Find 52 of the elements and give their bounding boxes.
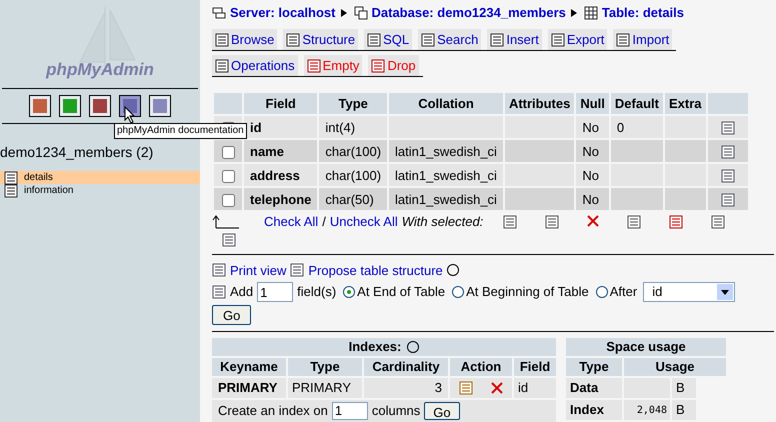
with-selected-label: With selected: (402, 213, 484, 232)
table-cell: address (250, 168, 300, 183)
fields-label: field(s) (297, 283, 336, 302)
column-header: Type (338, 95, 369, 114)
column-header: Field (264, 95, 297, 114)
column-header: Null (579, 95, 606, 114)
table-cell: Data (566, 378, 622, 398)
column-header: Action (450, 358, 512, 376)
table-cell: No (582, 120, 599, 135)
table-cell: No (582, 168, 599, 183)
table-cell: No (582, 144, 599, 159)
column-header: Attributes (508, 95, 572, 114)
add-label: Add (230, 283, 254, 302)
indexes-title: Indexes: (348, 338, 402, 356)
table-cell: latin1_swedish_ci (395, 144, 497, 159)
table-cell: 3 (364, 378, 448, 398)
table-cell: latin1_swedish_ci (395, 168, 497, 183)
table-cell: int(4) (325, 120, 356, 135)
column-header: Field (514, 358, 556, 376)
table-cell: B (672, 400, 696, 420)
table-cell: No (582, 192, 599, 207)
radio-label: At End of Table (357, 283, 446, 302)
column-header: Default (614, 95, 660, 114)
column-header: Collation (417, 95, 475, 114)
space-usage-title: Space usage (566, 338, 726, 356)
table-cell: name (250, 144, 284, 159)
column-header: Type (566, 358, 622, 376)
table-cell: 0 (616, 120, 624, 135)
table-cell: char(50) (325, 192, 374, 207)
column-header: Type (288, 358, 362, 376)
table-cell: B (672, 378, 696, 398)
app-logo: phpMyAdmin (46, 58, 154, 80)
table-cell: PRIMARY (288, 378, 362, 398)
column-header: Usage (624, 358, 726, 376)
create-index-label: Create an index on (218, 402, 328, 420)
table-cell: id (514, 378, 556, 398)
table-cell: latin1_swedish_ci (395, 192, 497, 207)
table-cell: char(100) (325, 168, 382, 183)
columns-label: columns (372, 402, 420, 420)
table-cell: PRIMARY (212, 378, 286, 398)
table-cell: Index (566, 400, 622, 420)
radio-label: At Beginning of Table (466, 283, 589, 302)
table-cell: telephone (250, 192, 312, 207)
radio-label: After (610, 283, 638, 302)
column-header: Keyname (212, 358, 286, 376)
table-cell: char(100) (325, 144, 382, 159)
column-header: Cardinality (364, 358, 448, 376)
table-cell: id (250, 120, 262, 135)
column-header: Extra (668, 95, 702, 114)
table-cell: 2,048 (624, 400, 670, 420)
separator-text: / (322, 213, 326, 232)
tooltip: phpMyAdmin documentation (114, 123, 247, 139)
